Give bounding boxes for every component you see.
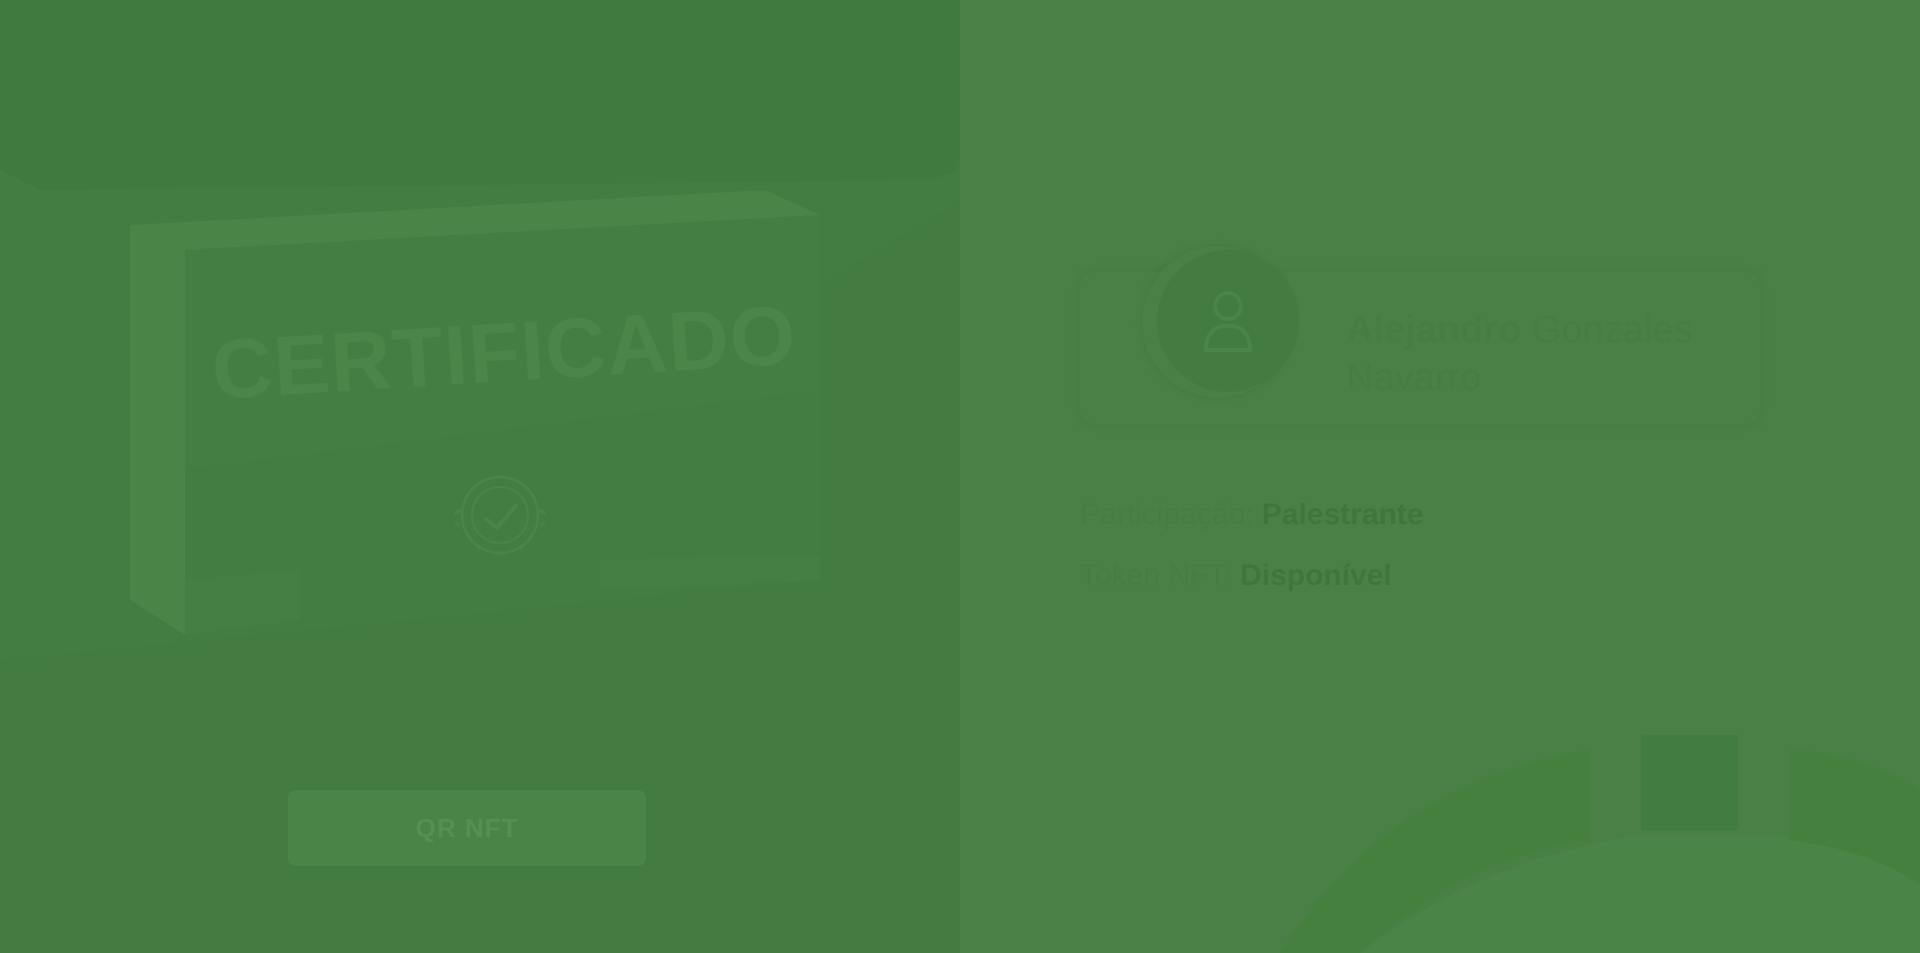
participation-label: Participação: — [1080, 498, 1254, 531]
participant-details-panel: Alejandro Gonzales Navarro Participação:… — [960, 0, 1920, 953]
first-name: Alejandro — [1346, 309, 1522, 351]
avatar — [1157, 250, 1299, 392]
seal-icon — [455, 475, 545, 555]
participation-value: Palestrante — [1261, 498, 1424, 531]
decorative-shapes — [1280, 735, 1920, 953]
certificate-page: CERTIFICADO QR NFT Alejandro Gonzales Na… — [0, 0, 1920, 953]
certificate-banner-graphic — [0, 170, 960, 660]
token-label: Token NFT: — [1080, 559, 1232, 592]
certificate-preview-panel: CERTIFICADO QR NFT — [0, 0, 960, 953]
participant-name: Alejandro Gonzales Navarro — [1346, 306, 1766, 402]
token-value: Disponível — [1240, 559, 1392, 592]
user-icon — [1203, 291, 1253, 352]
participation-row: Participação: Palestrante — [1080, 498, 1424, 532]
token-row: Token NFT: Disponível — [1080, 559, 1392, 593]
qr-nft-button[interactable]: QR NFT — [288, 790, 646, 866]
